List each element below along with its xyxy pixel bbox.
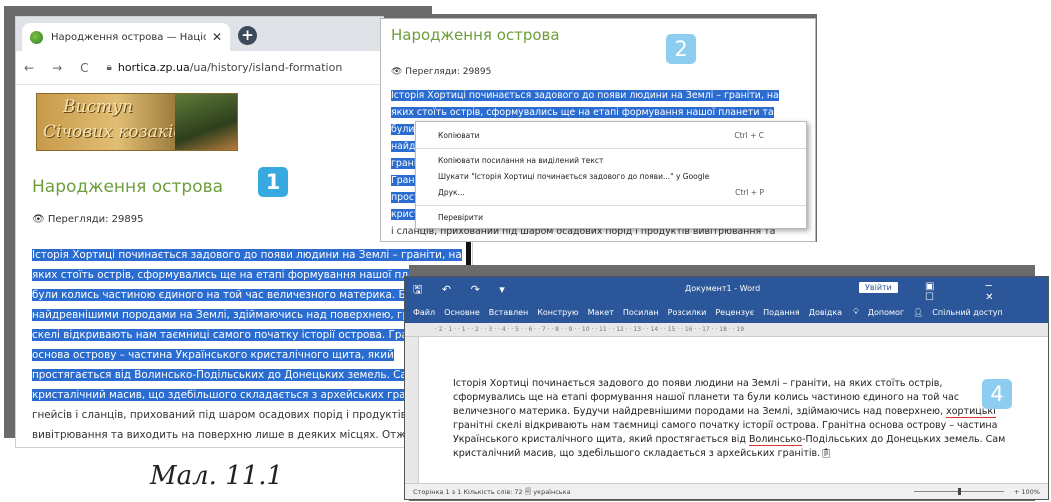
horizontal-ruler[interactable]: · 2 · 1 · · 1 · · 2 · · 3 · · 4 · · 5 · … [405, 323, 1048, 337]
document-text[interactable]: Історія Хортиці починається задового до … [453, 377, 1013, 461]
menu-item-copy-link[interactable]: Копіювати посилання на виділений текст [416, 153, 806, 169]
quick-access-toolbar[interactable]: 🖫 ↶ ↷ ▾ [413, 281, 513, 300]
tab-view[interactable]: Подання [763, 308, 800, 317]
close-tab-icon[interactable]: ✕ [212, 30, 222, 44]
site-banner[interactable]: Виступ Січових козаків [36, 93, 238, 151]
zoom-level[interactable]: + 100% [1014, 484, 1040, 499]
tab-home[interactable]: Основне [444, 308, 480, 317]
tab-mailings[interactable]: Розсилки [668, 308, 707, 317]
step-badge-2: 2 [666, 34, 696, 64]
banner-line2: Січових козаків [43, 122, 184, 142]
lightbulb-icon[interactable]: 💡︎ [853, 307, 859, 317]
share-button[interactable]: Спільний доступ [932, 308, 1003, 317]
banner-line1: Виступ [63, 97, 133, 117]
reload-icon[interactable]: C [80, 61, 88, 75]
figure-caption: Мал. 11.1 [150, 461, 284, 491]
document-page[interactable]: Історія Хортиці починається задового до … [419, 337, 1048, 485]
context-menu-window: Народження острова 👁︎ Перегляди: 29895 І… [380, 18, 816, 242]
selected-line[interactable]: яких стоїть острів, сформувались ще на е… [391, 107, 774, 118]
menu-item-inspect[interactable]: Перевірити [416, 210, 806, 226]
menu-item-print[interactable]: Друк... Ctrl + P [416, 185, 806, 201]
context-menu: Копіювати Ctrl + C Копіювати посилання на… [415, 121, 807, 229]
tell-me-field[interactable]: Допомог [868, 308, 904, 317]
share-icon[interactable]: 👤︎ [913, 308, 923, 317]
paste-options-icon[interactable]: 📋︎ [820, 448, 832, 459]
menu-item-search-google[interactable]: Шукати "Історія Хортиці починається задо… [416, 169, 806, 185]
tab-help[interactable]: Довідка [809, 308, 842, 317]
url-field[interactable]: hortica.zp.ua/ua/history/island-formatio… [118, 61, 342, 74]
views-counter: 👁︎ Перегляди: 29895 [391, 67, 492, 77]
login-button[interactable]: Увійти [859, 282, 898, 293]
forward-icon[interactable]: → [52, 61, 62, 75]
banner-photo [175, 94, 237, 150]
tab-insert[interactable]: Вставлен [489, 308, 528, 317]
document-title: Документ1 - Word [685, 284, 761, 293]
menu-separator [416, 148, 806, 149]
lock-icon: 🔒︎ [106, 62, 112, 73]
tab-design[interactable]: Конструю [537, 308, 578, 317]
tab-layout[interactable]: Макет [588, 308, 614, 317]
step-badge-1: 1 [258, 167, 288, 197]
selected-text[interactable]: Історія Хортиці починається задового до … [32, 249, 462, 401]
menu-item-copy[interactable]: Копіювати Ctrl + C [416, 128, 806, 144]
vertical-ruler [405, 337, 419, 485]
tab-references[interactable]: Посилан [623, 308, 659, 317]
tab-title: Народження острова — Націо [51, 31, 206, 43]
tab-review[interactable]: Рецензує [715, 308, 754, 317]
tab-file[interactable]: Файл [413, 308, 435, 317]
new-tab-button[interactable]: + [238, 26, 257, 45]
selected-line[interactable]: були [391, 124, 415, 135]
ribbon-tabs: Файл Основне Вставлен Конструю Макет Пос… [405, 301, 1048, 323]
step-badge-4: 4 [982, 379, 1012, 409]
back-icon[interactable]: ← [24, 61, 34, 75]
selected-line[interactable]: Історія Хортиці починається задового до … [391, 90, 779, 101]
views-counter: 👁︎ Перегляди: 29895 [32, 214, 144, 225]
spelling-error[interactable]: Волинсько [748, 434, 803, 446]
page-title: Народження острова [391, 26, 560, 44]
word-titlebar: 🖫 ↶ ↷ ▾ Документ1 - Word Увійти ▣ ─ ☐ ✕ [405, 277, 1048, 303]
window-controls[interactable]: ▣ ─ ☐ ✕ [925, 281, 1048, 303]
browser-tab[interactable]: Народження острова — Націо ✕ [22, 23, 230, 51]
status-bar: Сторінка 1 з 1 Кількість слів: 72 🗐 укра… [405, 483, 1048, 499]
site-favicon-icon [30, 30, 43, 44]
zoom-slider[interactable] [914, 488, 1004, 495]
status-text: Сторінка 1 з 1 Кількість слів: 72 🗐 укра… [413, 488, 571, 496]
unselected-text: гнейсів і сланців, прихований під шаром … [32, 409, 452, 441]
word-window: 🖫 ↶ ↷ ▾ Документ1 - Word Увійти ▣ ─ ☐ ✕ … [404, 276, 1049, 500]
menu-separator [416, 205, 806, 206]
page-title: Народження острова [32, 177, 224, 197]
